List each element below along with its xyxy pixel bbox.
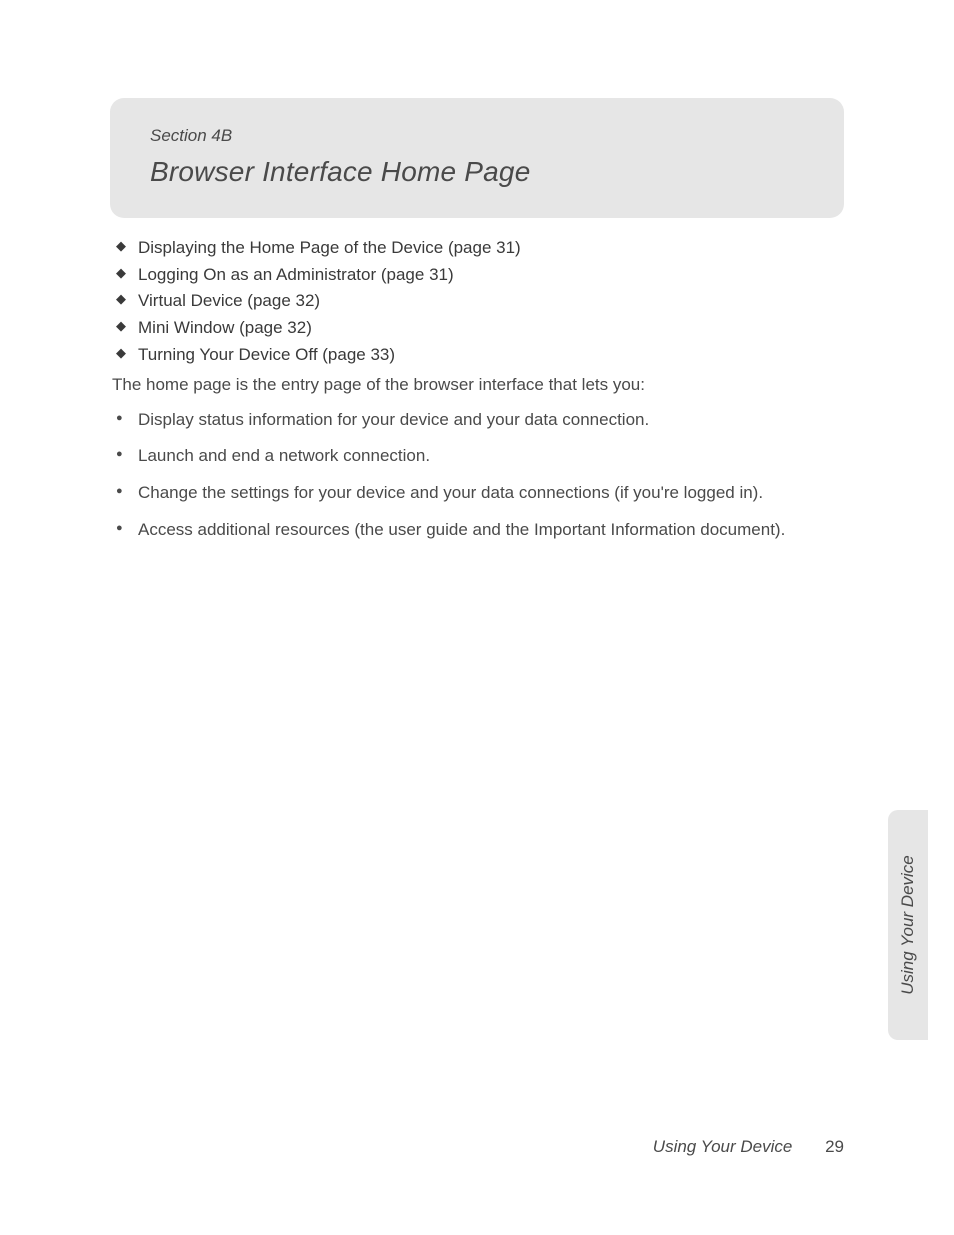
document-page: Section 4B Browser Interface Home Page D… (0, 0, 954, 1235)
section-title: Browser Interface Home Page (150, 156, 804, 188)
section-header-box: Section 4B Browser Interface Home Page (110, 98, 844, 218)
section-label: Section 4B (150, 126, 804, 146)
feature-item: Display status information for your devi… (116, 408, 844, 433)
toc-item: Mini Window (page 32) (116, 316, 844, 341)
toc-item-text: Logging On as an Administrator (page 31) (138, 265, 454, 284)
feature-list: Display status information for your devi… (116, 408, 844, 543)
feature-item: Access additional resources (the user gu… (116, 518, 844, 543)
toc-item: Turning Your Device Off (page 33) (116, 343, 844, 368)
page-footer: Using Your Device 29 (653, 1137, 844, 1157)
footer-page-number: 29 (825, 1137, 844, 1156)
feature-item: Launch and end a network connection. (116, 444, 844, 469)
toc-item-text: Virtual Device (page 32) (138, 291, 320, 310)
toc-item: Displaying the Home Page of the Device (… (116, 236, 844, 261)
toc-item-text: Displaying the Home Page of the Device (… (138, 238, 521, 257)
side-tab: Using Your Device (888, 810, 928, 1040)
toc-item: Logging On as an Administrator (page 31) (116, 263, 844, 288)
toc-item-text: Turning Your Device Off (page 33) (138, 345, 395, 364)
toc-item: Virtual Device (page 32) (116, 289, 844, 314)
toc-list: Displaying the Home Page of the Device (… (116, 236, 844, 367)
footer-section-label: Using Your Device (653, 1137, 793, 1156)
side-tab-label: Using Your Device (898, 855, 918, 995)
toc-item-text: Mini Window (page 32) (138, 318, 312, 337)
feature-item: Change the settings for your device and … (116, 481, 844, 506)
intro-paragraph: The home page is the entry page of the b… (112, 373, 844, 398)
